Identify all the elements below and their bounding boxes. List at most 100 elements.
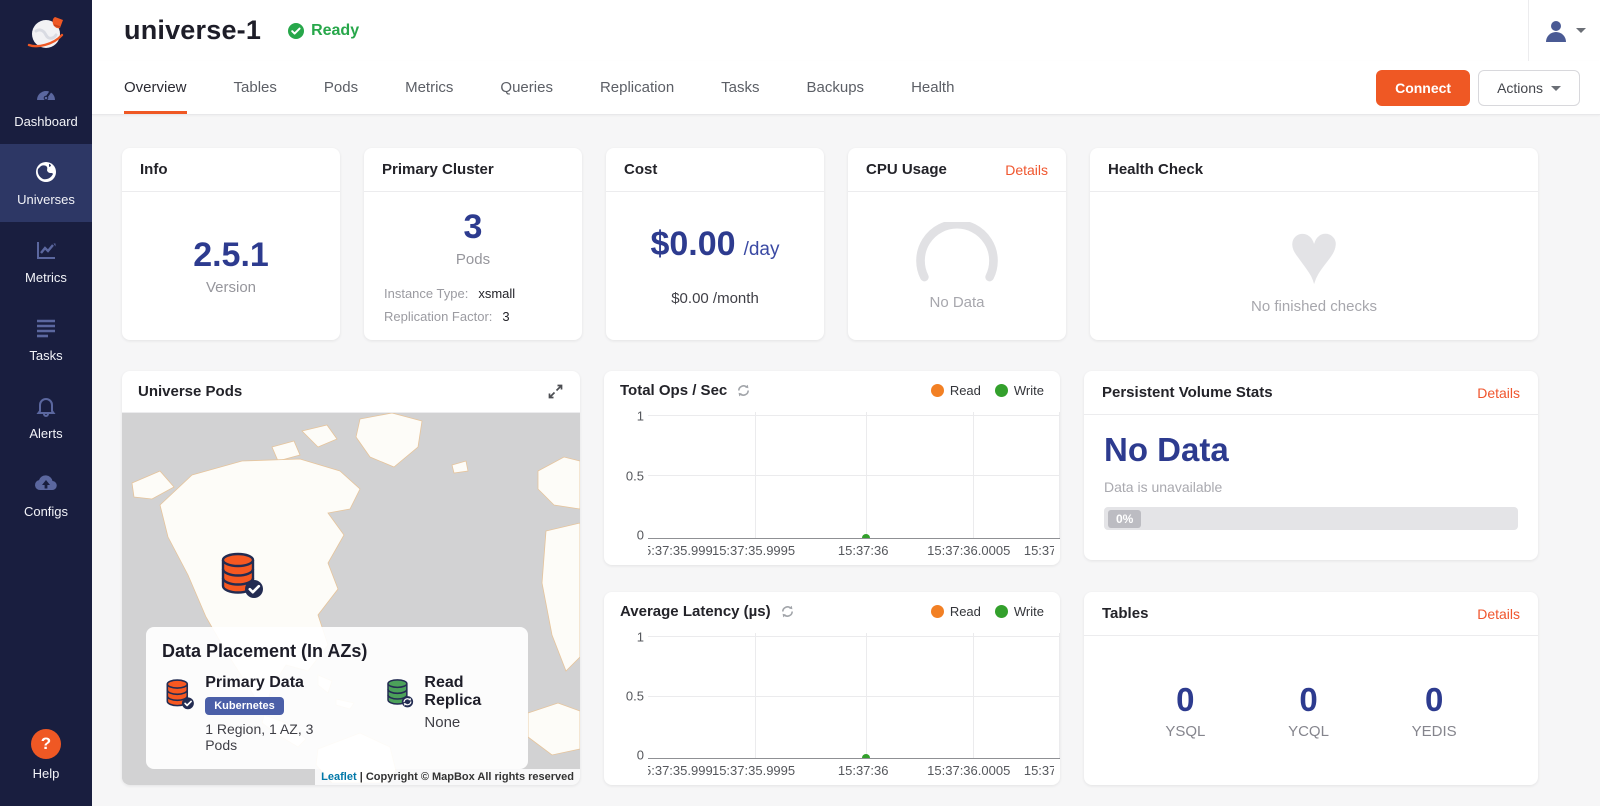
question-icon: ? bbox=[31, 729, 61, 759]
y-tick: 1 bbox=[637, 630, 644, 645]
summary-cards-row: Info 2.5.1 Version Primary Cluster 3 Pod… bbox=[122, 148, 1538, 340]
instance-type-label: Instance Type: bbox=[384, 286, 468, 301]
connect-button[interactable]: Connect bbox=[1376, 70, 1470, 106]
chart-trend-icon bbox=[33, 237, 59, 263]
card-title: Persistent Volume Stats bbox=[1102, 384, 1273, 401]
bell-icon bbox=[33, 393, 59, 419]
x-tick: 15:37:35.9995 bbox=[712, 543, 795, 558]
write-data-point bbox=[862, 754, 870, 759]
chart-title: Total Ops / Sec bbox=[620, 382, 727, 399]
chart-legend: Read Write bbox=[931, 604, 1044, 619]
tab-bar: Overview Tables Pods Metrics Queries Rep… bbox=[92, 61, 1600, 115]
replication-factor-value: 3 bbox=[502, 309, 509, 324]
version-label: Version bbox=[206, 279, 256, 296]
tab-tables[interactable]: Tables bbox=[234, 61, 277, 114]
sidebar-item-configs[interactable]: Configs bbox=[0, 456, 92, 534]
tab-metrics[interactable]: Metrics bbox=[405, 61, 453, 114]
expand-icon[interactable] bbox=[547, 383, 564, 400]
total-ops-card: Total Ops / Sec Read bbox=[604, 371, 1060, 565]
refresh-icon[interactable] bbox=[736, 383, 751, 398]
legend-read-label: Read bbox=[950, 604, 981, 619]
version-value: 2.5.1 bbox=[193, 236, 269, 275]
primary-data-meta: 1 Region, 1 AZ, 3 Pods bbox=[205, 721, 331, 753]
actions-button[interactable]: Actions bbox=[1478, 70, 1580, 106]
x-axis-labels: 5:37:35.999 15:37:35.9995 15:37:36 15:37… bbox=[648, 761, 1054, 783]
pvs-details-link[interactable]: Details bbox=[1477, 385, 1520, 401]
chart-plot-area: 1 0.5 0 bbox=[604, 410, 1060, 539]
sidebar-item-metrics[interactable]: Metrics bbox=[0, 222, 92, 300]
tab-pods[interactable]: Pods bbox=[324, 61, 358, 114]
x-tick: 15:37:36 bbox=[838, 543, 889, 558]
primary-data-label: Primary Data bbox=[205, 674, 331, 692]
sidebar-item-universes[interactable]: Universes bbox=[0, 144, 92, 222]
x-axis-labels: 5:37:35.999 15:37:35.9995 15:37:36 15:37… bbox=[648, 541, 1054, 563]
planet-rocket-icon bbox=[22, 9, 70, 57]
cpu-empty-text: No Data bbox=[929, 294, 984, 311]
tables-details-link[interactable]: Details bbox=[1477, 606, 1520, 622]
legend-write-label: Write bbox=[1014, 383, 1044, 398]
globe-icon bbox=[33, 159, 59, 185]
health-check-card: Health Check ♥ No finished checks bbox=[1090, 148, 1538, 340]
cost-card: Cost $0.00 /day $0.00 /month bbox=[606, 148, 824, 340]
cost-unit: /day bbox=[744, 239, 780, 261]
yugabyte-logo[interactable] bbox=[0, 0, 92, 66]
legend-read-label: Read bbox=[950, 383, 981, 398]
cpu-details-link[interactable]: Details bbox=[1005, 162, 1048, 178]
card-title: Cost bbox=[624, 161, 657, 178]
card-title: Universe Pods bbox=[138, 383, 242, 400]
sidebar-item-alerts[interactable]: Alerts bbox=[0, 378, 92, 456]
legend-read: Read bbox=[931, 604, 981, 619]
sidebar-item-help[interactable]: ? Help bbox=[0, 716, 92, 794]
main-area: universe-1 Ready Overview Tables Pods Me… bbox=[92, 0, 1600, 806]
y-tick: 0.5 bbox=[626, 468, 644, 483]
header-actions: Connect Actions bbox=[1376, 70, 1580, 106]
heart-icon: ♥ bbox=[1288, 218, 1340, 288]
pvs-no-data: No Data bbox=[1104, 431, 1229, 469]
card-title: Primary Cluster bbox=[382, 161, 494, 178]
y-tick: 0 bbox=[637, 748, 644, 763]
cloud-upload-icon bbox=[33, 471, 59, 497]
y-tick: 0 bbox=[637, 528, 644, 543]
sidebar-item-label: Dashboard bbox=[14, 114, 78, 129]
write-dot-icon bbox=[995, 605, 1008, 618]
x-tick: 15:37:35.9995 bbox=[712, 763, 795, 778]
y-axis-labels: 1 0.5 0 bbox=[614, 633, 648, 759]
title-row: universe-1 Ready bbox=[92, 0, 1600, 61]
app-root: Dashboard Universes Metrics Tasks Alerts bbox=[0, 0, 1600, 806]
tab-overview[interactable]: Overview bbox=[124, 61, 187, 114]
sidebar-item-label: Metrics bbox=[25, 270, 67, 285]
sidebar-item-label: Universes bbox=[17, 192, 75, 207]
tab-tasks[interactable]: Tasks bbox=[721, 61, 759, 114]
sidebar-item-dashboard[interactable]: Dashboard bbox=[0, 66, 92, 144]
user-menu[interactable] bbox=[1528, 0, 1600, 61]
tab-backups[interactable]: Backups bbox=[807, 61, 865, 114]
status-badge: Ready bbox=[287, 22, 359, 40]
primary-cluster-map-marker[interactable] bbox=[215, 551, 265, 604]
topbar: universe-1 Ready Overview Tables Pods Me… bbox=[92, 0, 1600, 115]
cluster-meta: Instance Type: xsmall Replication Factor… bbox=[364, 268, 582, 338]
read-replica-value: None bbox=[424, 714, 512, 731]
tab-replication[interactable]: Replication bbox=[600, 61, 674, 114]
leaflet-link[interactable]: Leaflet bbox=[321, 771, 356, 783]
actions-label: Actions bbox=[1497, 80, 1543, 96]
attribution-text: | Copyright © MapBox All rights reserved bbox=[360, 771, 574, 783]
stats-column: Persistent Volume Stats Details No Data … bbox=[1084, 371, 1538, 785]
refresh-icon[interactable] bbox=[780, 604, 795, 619]
read-dot-icon bbox=[931, 605, 944, 618]
plot-grid bbox=[648, 412, 1060, 539]
cost-per-month: $0.00 /month bbox=[671, 290, 759, 307]
pods-count: 3 bbox=[464, 208, 483, 247]
card-title: Tables bbox=[1102, 605, 1148, 622]
page-title: universe-1 bbox=[124, 15, 261, 46]
pods-label: Pods bbox=[456, 251, 490, 268]
user-avatar-icon bbox=[1543, 18, 1569, 44]
sidebar-item-tasks[interactable]: Tasks bbox=[0, 300, 92, 378]
tab-health[interactable]: Health bbox=[911, 61, 954, 114]
tab-queries[interactable]: Queries bbox=[500, 61, 553, 114]
yedis-count: 0 bbox=[1425, 681, 1443, 719]
world-map[interactable]: Data Placement (In AZs) bbox=[122, 413, 580, 785]
detail-cards-row: Universe Pods bbox=[122, 371, 1538, 785]
tables-card: Tables Details 0 YSQL 0 YCQL bbox=[1084, 592, 1538, 785]
cost-per-day: $0.00 bbox=[650, 225, 735, 264]
caret-down-icon bbox=[1576, 28, 1586, 33]
